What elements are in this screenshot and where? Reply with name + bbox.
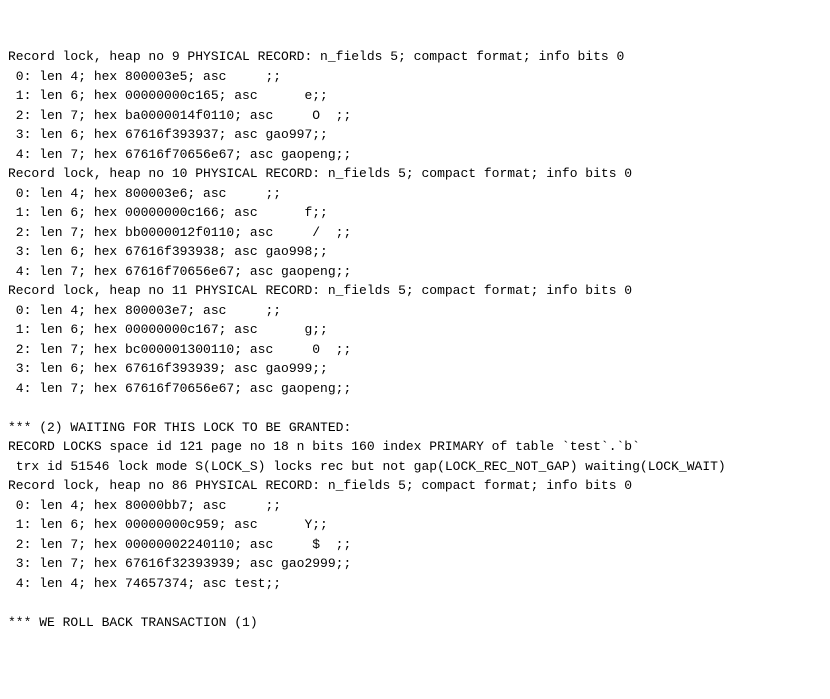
log-line: 0: len 4; hex 800003e7; asc ;; [8,301,822,321]
log-line: 3: len 6; hex 67616f393937; asc gao997;; [8,125,822,145]
log-line: *** WE ROLL BACK TRANSACTION (1) [8,613,822,633]
log-line: 4: len 7; hex 67616f70656e67; asc gaopen… [8,379,822,399]
log-line: 0: len 4; hex 80000bb7; asc ;; [8,496,822,516]
log-line: 1: len 6; hex 00000000c165; asc e;; [8,86,822,106]
log-line: Record lock, heap no 9 PHYSICAL RECORD: … [8,47,822,67]
log-line: trx id 51546 lock mode S(LOCK_S) locks r… [8,457,822,477]
log-line: 0: len 4; hex 800003e6; asc ;; [8,184,822,204]
log-line: 4: len 4; hex 74657374; asc test;; [8,574,822,594]
log-line: 1: len 6; hex 00000000c167; asc g;; [8,320,822,340]
log-line: 1: len 6; hex 00000000c959; asc Y;; [8,515,822,535]
log-line [8,398,822,418]
log-line [8,593,822,613]
log-line: 2: len 7; hex bc000001300110; asc 0 ;; [8,340,822,360]
log-line: 4: len 7; hex 67616f70656e67; asc gaopen… [8,262,822,282]
log-line: 3: len 7; hex 67616f32393939; asc gao299… [8,554,822,574]
log-line: Record lock, heap no 10 PHYSICAL RECORD:… [8,164,822,184]
log-line: 3: len 6; hex 67616f393939; asc gao999;; [8,359,822,379]
log-line: Record lock, heap no 86 PHYSICAL RECORD:… [8,476,822,496]
log-line: 0: len 4; hex 800003e5; asc ;; [8,67,822,87]
log-line: *** (2) WAITING FOR THIS LOCK TO BE GRAN… [8,418,822,438]
log-line: 2: len 7; hex 00000002240110; asc $ ;; [8,535,822,555]
log-line: 3: len 6; hex 67616f393938; asc gao998;; [8,242,822,262]
log-line: Record lock, heap no 11 PHYSICAL RECORD:… [8,281,822,301]
log-output: Record lock, heap no 9 PHYSICAL RECORD: … [8,47,822,632]
log-line: RECORD LOCKS space id 121 page no 18 n b… [8,437,822,457]
log-line: 2: len 7; hex bb0000012f0110; asc / ;; [8,223,822,243]
log-line: 2: len 7; hex ba0000014f0110; asc O ;; [8,106,822,126]
log-line: 4: len 7; hex 67616f70656e67; asc gaopen… [8,145,822,165]
log-line: 1: len 6; hex 00000000c166; asc f;; [8,203,822,223]
